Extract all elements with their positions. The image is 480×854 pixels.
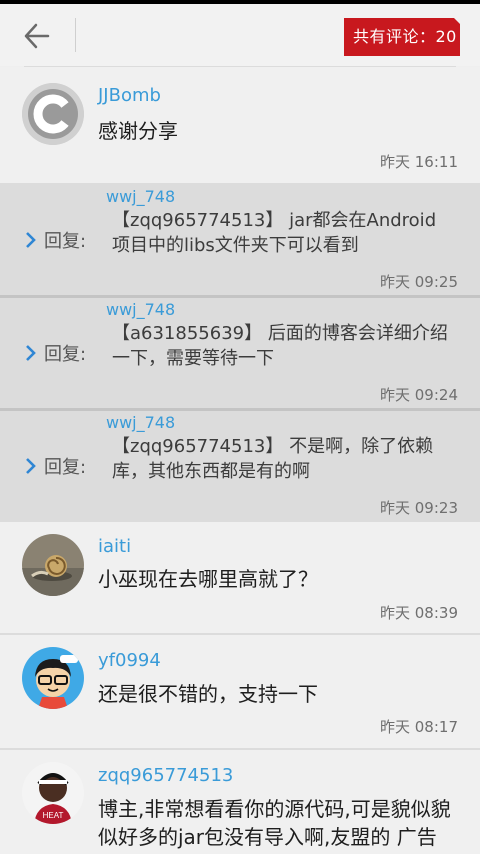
cartoon-boy-icon xyxy=(22,647,84,709)
toolbar-divider xyxy=(75,18,76,52)
chevron-right-icon xyxy=(26,232,36,248)
reply-username[interactable]: wwj_748 xyxy=(106,300,175,319)
reply-label-text: 回复: xyxy=(44,231,87,252)
snail-photo-icon xyxy=(22,534,84,596)
reply-label: 回复: xyxy=(24,227,86,253)
reply-time: 昨天 09:24 xyxy=(380,386,458,404)
c-logo-icon xyxy=(22,83,84,145)
reply-label: 回复: xyxy=(24,340,86,366)
reply-label-text: 回复: xyxy=(44,457,87,478)
reply-username[interactable]: wwj_748 xyxy=(106,413,175,432)
chevron-right-icon xyxy=(26,345,36,361)
comment-username[interactable]: zqq965774513 xyxy=(98,765,233,786)
avatar xyxy=(22,83,84,145)
reply-text: 【zqq965774513】 不是啊，除了依赖库，其他东西都是有的啊 xyxy=(112,436,434,482)
reply-item[interactable]: 回复: wwj_748 【a631855639】 后面的博客会详细介绍一下，需要… xyxy=(0,298,480,408)
comment-count-label: 共有评论：20 xyxy=(353,27,457,46)
comment-username[interactable]: yf0994 xyxy=(98,650,161,671)
reply-item[interactable]: 回复: wwj_748 【zqq965774513】 不是啊，除了依赖库，其他东… xyxy=(0,411,480,521)
reply-text: 【a631855639】 后面的博客会详细介绍一下，需要等待一下 xyxy=(112,323,448,369)
comment-item[interactable]: iaiti 小巫现在去哪里高就了？ 昨天 08:39 xyxy=(0,522,480,633)
reply-time: 昨天 09:23 xyxy=(380,499,458,517)
back-button[interactable] xyxy=(18,18,58,54)
avatar xyxy=(22,534,84,596)
reply-text: 【zqq965774513】 jar都会在Android项目中的libs文件夹下… xyxy=(112,210,437,256)
comment-text: 博主,非常想看看你的源代码,可是貌似貌似好多的jar包没有导入啊,友盟的 广告的… xyxy=(98,797,451,854)
back-arrow-icon xyxy=(24,23,50,49)
comment-text: 还是很不错的，支持一下 xyxy=(98,682,318,706)
comment-item[interactable]: yf0994 还是很不错的，支持一下 昨天 08:17 xyxy=(0,635,480,748)
reply-label-text: 回复: xyxy=(44,344,87,365)
comment-item[interactable]: JJBomb 感谢分享 昨天 16:11 xyxy=(0,67,480,184)
svg-text:HEAT: HEAT xyxy=(43,811,64,820)
basketball-player-icon: HEAT xyxy=(22,762,84,824)
comment-username[interactable]: JJBomb xyxy=(98,85,161,106)
avatar xyxy=(22,647,84,709)
comment-text: 感谢分享 xyxy=(98,119,178,143)
comment-text: 小巫现在去哪里高就了？ xyxy=(98,567,318,591)
comment-time: 昨天 08:17 xyxy=(380,718,458,736)
reply-time: 昨天 09:25 xyxy=(380,273,458,291)
comment-username[interactable]: iaiti xyxy=(98,536,131,557)
reply-item[interactable]: 回复: wwj_748 【zqq965774513】 jar都会在Android… xyxy=(0,185,480,295)
top-bar: 共有评论：20 xyxy=(0,4,480,66)
comment-time: 昨天 08:39 xyxy=(380,604,458,622)
reply-username[interactable]: wwj_748 xyxy=(106,187,175,206)
comment-item[interactable]: HEAT zqq965774513 博主,非常想看看你的源代码,可是貌似貌似好多… xyxy=(0,750,480,854)
avatar: HEAT xyxy=(22,762,84,824)
comment-count-badge: 共有评论：20 xyxy=(344,17,461,56)
comment-time: 昨天 16:11 xyxy=(380,153,458,171)
reply-label: 回复: xyxy=(24,453,86,479)
chevron-right-icon xyxy=(26,458,36,474)
